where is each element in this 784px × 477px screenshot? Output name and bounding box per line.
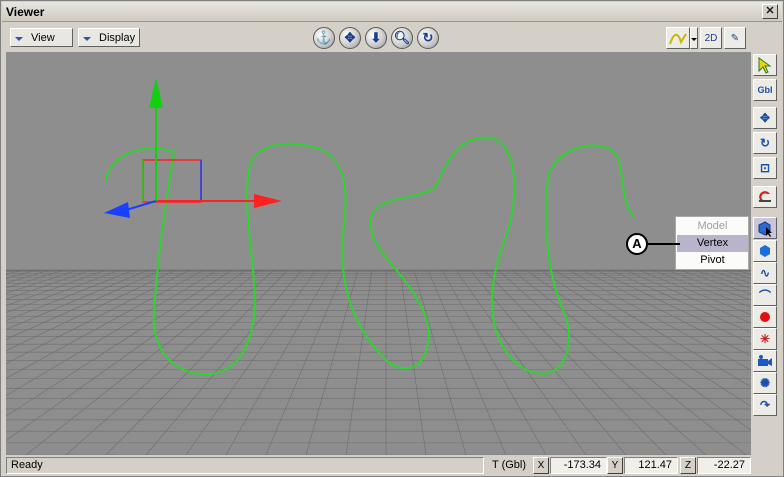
grid-line xyxy=(6,269,233,417)
record-icon[interactable] xyxy=(753,306,777,328)
rotate-tool-icon[interactable]: ↻ xyxy=(753,132,777,154)
null-object-icon[interactable]: ✳ xyxy=(753,328,777,350)
x-coordinate-field[interactable]: -173.34 xyxy=(550,457,607,474)
grid-line xyxy=(497,269,707,455)
zoom-icon[interactable]: 🔍︎ xyxy=(391,27,413,49)
callout-leader-line xyxy=(648,243,680,245)
coordinate-mode-label: T (Gbl) xyxy=(492,459,527,471)
transform-gizmo[interactable] xyxy=(104,78,282,218)
grid-line xyxy=(483,269,667,455)
curve-primitive-icon[interactable]: ∿ xyxy=(753,262,777,284)
cube-primitive-icon[interactable] xyxy=(753,240,777,262)
select-tool-icon[interactable] xyxy=(753,54,777,76)
title-bar: Viewer ✕ xyxy=(2,2,782,22)
z-axis-handle[interactable] xyxy=(125,200,157,211)
grid-line xyxy=(6,269,205,379)
menu-item-pivot[interactable]: Pivot xyxy=(677,252,748,269)
grid-line xyxy=(651,269,751,308)
grid-line xyxy=(65,269,275,455)
menu-item-vertex-label: Vertex xyxy=(696,237,729,249)
grid-line xyxy=(539,269,751,407)
pan-icon[interactable]: ⚓ xyxy=(313,27,335,49)
grid-line xyxy=(623,269,751,324)
menu-item-pivot-label: Pivot xyxy=(700,254,725,266)
close-button[interactable]: ✕ xyxy=(762,4,778,19)
chevron-down-icon xyxy=(15,36,23,41)
gbl-label: Gbl xyxy=(757,85,773,95)
status-text: Ready xyxy=(6,457,484,474)
ground-grid xyxy=(6,269,751,455)
status-bar: Ready T (Gbl) X -173.34 Y 121.47 Z -22.2… xyxy=(2,455,782,476)
y-coordinate-field[interactable]: 121.47 xyxy=(624,457,678,474)
chevron-down-icon xyxy=(691,38,697,41)
deformer-icon[interactable]: ↷ xyxy=(753,394,777,416)
grid-line xyxy=(6,269,177,351)
callout-marker: A xyxy=(626,233,648,255)
grid-line xyxy=(6,269,247,442)
object-mode-icon[interactable] xyxy=(753,217,777,239)
grid-line xyxy=(6,269,79,294)
z-axis-toggle[interactable]: Z xyxy=(680,457,696,474)
translate-tool-icon[interactable]: ✥ xyxy=(753,107,777,129)
grid-line xyxy=(145,269,303,455)
menu-item-model[interactable]: Model xyxy=(677,218,748,235)
grid-line xyxy=(6,269,107,306)
menu-item-vertex[interactable]: Vertex xyxy=(677,235,748,252)
camera-icon[interactable] xyxy=(753,350,777,372)
light-icon[interactable]: ✺ xyxy=(753,372,777,394)
zoom-2d-button[interactable]: 2D xyxy=(700,27,722,49)
grid-line xyxy=(511,269,747,455)
x-axis-toggle[interactable]: X xyxy=(533,457,549,474)
grid-line xyxy=(567,269,751,371)
orbit-icon[interactable]: ↻ xyxy=(417,27,439,49)
curve-tool-icon[interactable] xyxy=(666,27,690,49)
z-coordinate-field[interactable]: -22.27 xyxy=(697,457,751,474)
grid-line xyxy=(185,269,317,455)
curve-tool-dropdown[interactable] xyxy=(690,27,698,49)
display-menu-label: Display xyxy=(99,31,136,44)
grid-line xyxy=(609,269,751,334)
x-axis-arrow[interactable] xyxy=(254,194,282,208)
grid-line xyxy=(6,269,163,340)
grid-line xyxy=(469,269,627,455)
grid-line xyxy=(6,269,191,364)
grid-line xyxy=(455,269,587,455)
display-menu-button[interactable]: Display xyxy=(78,28,140,47)
grid-line xyxy=(6,269,219,397)
chevron-down-icon xyxy=(83,36,91,41)
y-axis-toggle[interactable]: Y xyxy=(607,457,623,474)
view-menu-label: View xyxy=(31,31,55,44)
grid-line xyxy=(105,269,289,455)
viewer-window: Viewer ✕ View Display ⚓ ✥ ⬇ 🔍︎ ↻ 2D ✎ Gb… xyxy=(0,0,784,477)
move-icon[interactable]: ✥ xyxy=(339,27,361,49)
grid-line xyxy=(553,269,751,388)
component-mode-menu: Model Vertex Pivot xyxy=(675,216,749,270)
bookmark-icon[interactable]: ✎ xyxy=(724,27,746,49)
grid-line xyxy=(693,269,751,289)
z-axis-arrow[interactable] xyxy=(104,202,130,218)
window-title: Viewer xyxy=(6,5,45,19)
line-tool-icon[interactable]: ⌒ xyxy=(753,284,777,306)
magnet-snap-icon[interactable] xyxy=(753,186,777,208)
zoom-2d-label: 2D xyxy=(704,32,718,44)
global-reference-button[interactable]: Gbl xyxy=(753,79,777,101)
scale-tool-icon[interactable]: ⊡ xyxy=(753,157,777,179)
right-tool-panel: Gbl ✥ ↻ ⊡ ∿ ⌒ ✳ ✺ ↷ xyxy=(751,52,781,455)
menu-item-model-label: Model xyxy=(697,220,728,232)
grid-line xyxy=(25,269,261,455)
green-curve xyxy=(105,136,635,376)
view-menu-button[interactable]: View xyxy=(10,28,73,47)
y-axis-arrow[interactable] xyxy=(149,78,163,108)
viewer-toolbar: View Display ⚓ ✥ ⬇ 🔍︎ ↻ 2D ✎ xyxy=(2,23,782,51)
grid-line xyxy=(6,269,93,300)
dolly-icon[interactable]: ⬇ xyxy=(365,27,387,49)
